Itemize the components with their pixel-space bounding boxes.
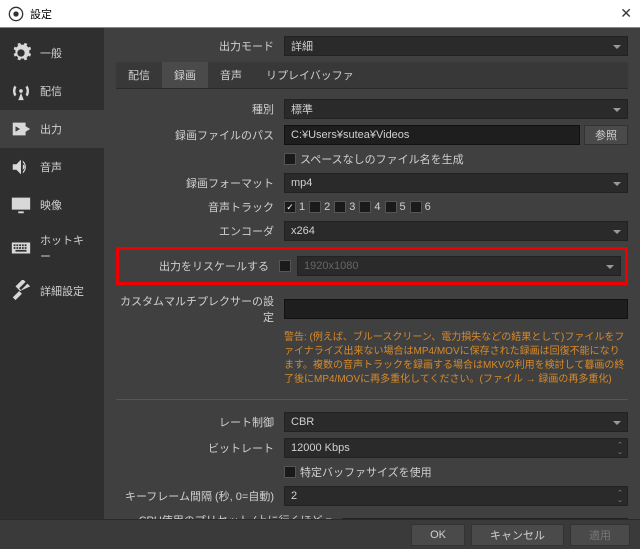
custombuf-checkbox[interactable] <box>284 466 296 478</box>
nospace-checkbox[interactable] <box>284 153 296 165</box>
rescale-checkbox[interactable] <box>279 260 291 272</box>
mux-label: カスタムマルチプレクサーの設定 <box>116 293 278 325</box>
output-mode-select[interactable]: 詳細 <box>284 36 628 56</box>
preset-select[interactable]: faster <box>342 518 628 519</box>
sidebar-item-advanced[interactable]: 詳細設定 <box>0 272 104 310</box>
ratecontrol-label: レート制御 <box>116 414 278 430</box>
sidebar-label: 出力 <box>40 121 62 137</box>
content-panel: 出力モード 詳細 配信 録画 音声 リプレイバッファ 種別 標準 録画ファイルの… <box>104 28 640 519</box>
sidebar-item-video[interactable]: 映像 <box>0 186 104 224</box>
window-title: 設定 <box>30 6 52 22</box>
sidebar-label: 配信 <box>40 83 62 99</box>
track6-checkbox[interactable] <box>410 201 422 213</box>
recpath-input[interactable] <box>284 125 580 145</box>
type-select[interactable]: 標準 <box>284 99 628 119</box>
sidebar-label: 詳細設定 <box>40 283 84 299</box>
tab-record[interactable]: 録画 <box>162 62 208 88</box>
sidebar-label: 音声 <box>40 159 62 175</box>
nospace-label: スペースなしのファイル名を生成 <box>300 151 464 167</box>
ratecontrol-select[interactable]: CBR <box>284 412 628 432</box>
type-label: 種別 <box>116 101 278 117</box>
mux-input[interactable] <box>284 299 628 319</box>
sidebar-item-hotkeys[interactable]: ホットキー <box>0 224 104 272</box>
sidebar-label: 一般 <box>40 45 62 61</box>
bitrate-input[interactable]: 12000 Kbps <box>284 438 628 458</box>
app-icon <box>8 6 24 22</box>
track2-checkbox[interactable] <box>309 201 321 213</box>
sidebar-item-audio[interactable]: 音声 <box>0 148 104 186</box>
track1-checkbox[interactable] <box>284 201 296 213</box>
dialog-footer: OK キャンセル 適用 <box>0 519 640 549</box>
track4-checkbox[interactable] <box>359 201 371 213</box>
preset-label: CPU使用のプリセット (上に行くほど = CPU使用低い) <box>116 512 336 519</box>
gear-icon <box>10 42 32 64</box>
custombuf-label: 特定バッファサイズを使用 <box>300 464 432 480</box>
tab-stream[interactable]: 配信 <box>116 62 162 88</box>
rescale-label: 出力をリスケールする <box>123 258 273 274</box>
tools-icon <box>10 280 32 302</box>
browse-button[interactable]: 参照 <box>584 125 628 145</box>
output-mode-label: 出力モード <box>116 38 278 54</box>
rescale-highlight: 出力をリスケールする 1920x1080 <box>116 247 628 285</box>
speaker-icon <box>10 156 32 178</box>
format-select[interactable]: mp4 <box>284 173 628 193</box>
sidebar-item-stream[interactable]: 配信 <box>0 72 104 110</box>
tab-replay[interactable]: リプレイバッファ <box>254 62 366 88</box>
titlebar: 設定 ✕ <box>0 0 640 28</box>
antenna-icon <box>10 80 32 102</box>
encoder-select[interactable]: x264 <box>284 221 628 241</box>
track5-checkbox[interactable] <box>385 201 397 213</box>
keyboard-icon <box>10 237 32 259</box>
close-icon[interactable]: ✕ <box>620 5 632 22</box>
track3-checkbox[interactable] <box>334 201 346 213</box>
mp4-warning: 警告: (例えば、ブルースクリーン、電力損失などの結果として)ファイルをファイナ… <box>116 331 628 387</box>
keyframe-input[interactable]: 2 <box>284 486 628 506</box>
encoder-label: エンコーダ <box>116 223 278 239</box>
rescale-select[interactable]: 1920x1080 <box>297 256 621 276</box>
cancel-button[interactable]: キャンセル <box>471 524 564 546</box>
apply-button[interactable]: 適用 <box>570 524 630 546</box>
bitrate-label: ビットレート <box>116 440 278 456</box>
recpath-label: 録画ファイルのパス <box>116 127 278 143</box>
keyframe-label: キーフレーム間隔 (秒, 0=自動) <box>116 488 278 504</box>
output-tabs: 配信 録画 音声 リプレイバッファ <box>116 62 628 89</box>
sidebar-label: 映像 <box>40 197 62 213</box>
monitor-icon <box>10 194 32 216</box>
tracks-label: 音声トラック <box>116 199 278 215</box>
ok-button[interactable]: OK <box>411 524 465 546</box>
tab-audio[interactable]: 音声 <box>208 62 254 88</box>
sidebar: 一般 配信 出力 音声 映像 ホットキー 詳細設定 <box>0 28 104 519</box>
sidebar-label: ホットキー <box>40 232 94 264</box>
sidebar-item-general[interactable]: 一般 <box>0 34 104 72</box>
sidebar-item-output[interactable]: 出力 <box>0 110 104 148</box>
format-label: 録画フォーマット <box>116 175 278 191</box>
output-icon <box>10 118 32 140</box>
